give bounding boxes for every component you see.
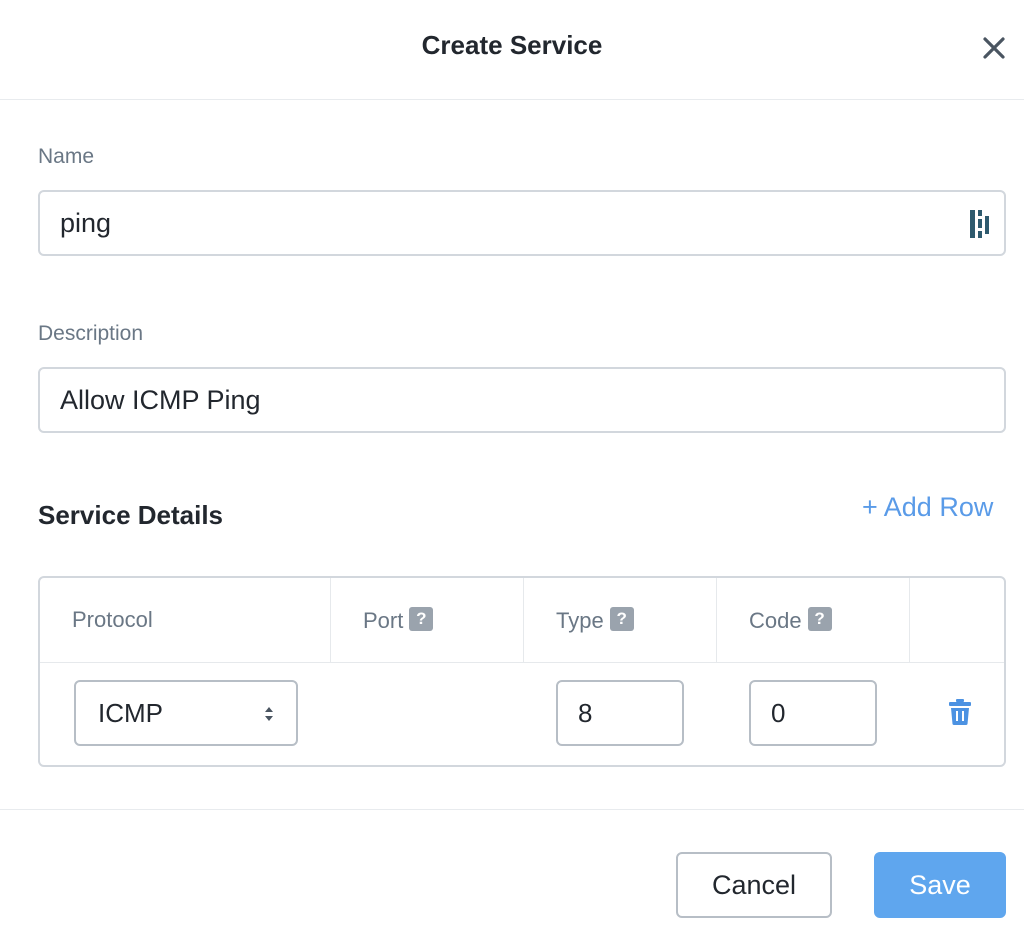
protocol-select-value: ICMP [98, 698, 163, 728]
column-label-code: Code [749, 608, 802, 633]
table-header: Protocol Port? Type? Code? [40, 578, 1004, 663]
cancel-button[interactable]: Cancel [676, 852, 832, 918]
dialog-title: Create Service [421, 30, 603, 60]
close-icon[interactable] [978, 32, 1010, 64]
type-input-container [556, 680, 684, 746]
code-input[interactable] [771, 682, 861, 744]
column-header-code: Code? [717, 578, 910, 662]
column-header-type: Type? [524, 578, 717, 662]
name-field-container [38, 190, 1006, 256]
help-icon[interactable]: ? [409, 607, 434, 631]
help-icon[interactable]: ? [807, 607, 832, 631]
column-label-port: Port [363, 608, 404, 633]
create-service-dialog: Create Service Name Description Service … [0, 0, 1024, 941]
name-label: Name [38, 145, 95, 168]
dialog-header: Create Service [0, 0, 1024, 100]
trash-icon[interactable] [948, 698, 972, 726]
add-row-button[interactable]: + Add Row [862, 492, 993, 523]
type-input[interactable] [578, 682, 668, 744]
service-details-table: Protocol Port? Type? Code? ICMP [38, 576, 1006, 767]
description-input[interactable] [60, 369, 940, 431]
save-button[interactable]: Save [874, 852, 1006, 918]
password-manager-icon[interactable] [968, 208, 994, 240]
name-input[interactable] [60, 192, 940, 254]
description-label: Description [38, 322, 144, 345]
column-header-protocol: Protocol [40, 578, 331, 662]
code-input-container [749, 680, 877, 746]
service-details-title: Service Details [38, 500, 224, 530]
protocol-select[interactable]: ICMP [74, 680, 298, 746]
select-arrows-icon [265, 707, 273, 721]
help-icon[interactable]: ? [609, 607, 634, 631]
column-header-port: Port? [331, 578, 524, 662]
footer-divider [0, 809, 1024, 810]
description-field-container [38, 367, 1006, 433]
column-label-type: Type [556, 608, 604, 633]
